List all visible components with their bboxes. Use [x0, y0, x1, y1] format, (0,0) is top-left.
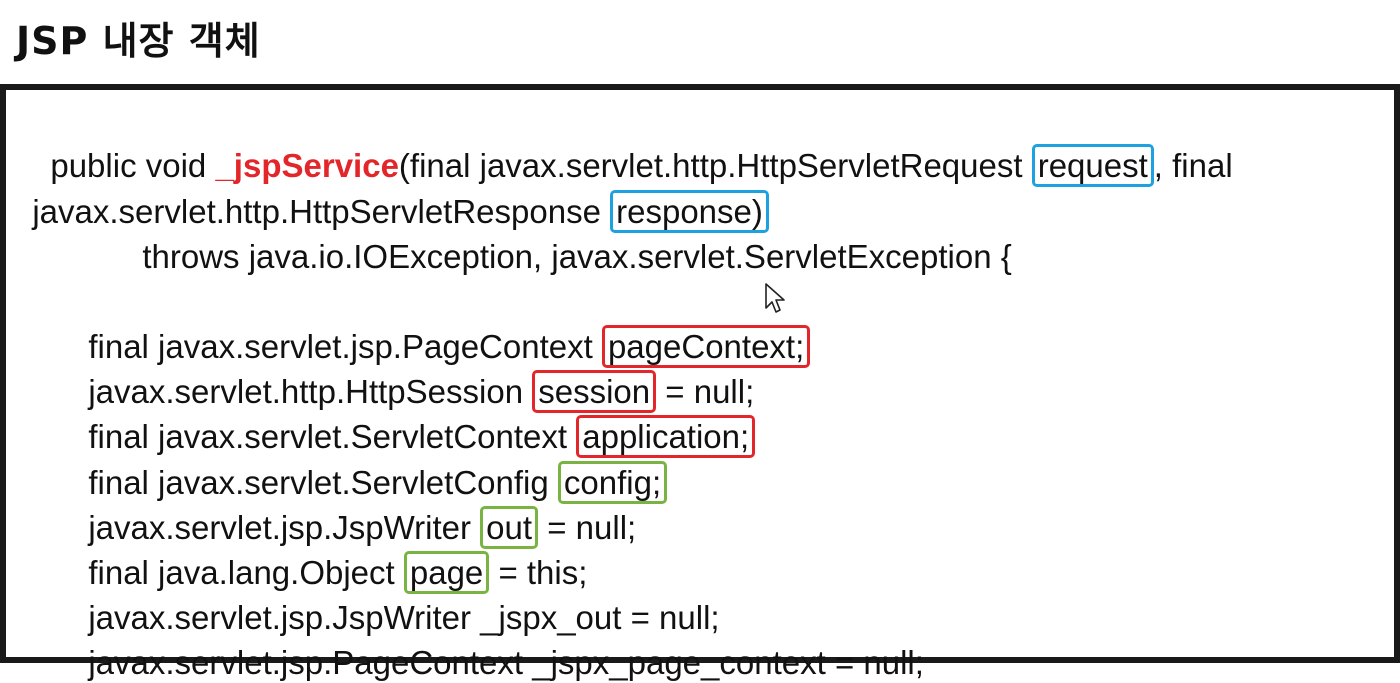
- code-line-3: throws java.io.IOException, javax.servle…: [124, 197, 1012, 277]
- code-text: , final: [1153, 147, 1233, 184]
- highlight-request: request: [1031, 144, 1154, 187]
- code-text: javax.servlet.jsp.PageContext _jspx_page…: [88, 644, 924, 681]
- code-line-11: javax.servlet.jsp.PageContext _jspx_page…: [70, 603, 924, 683]
- mouse-cursor-icon: [765, 283, 785, 313]
- code-text: throws java.io.IOException, javax.servle…: [142, 238, 1012, 275]
- page-title: JSP 내장 객체: [16, 19, 261, 63]
